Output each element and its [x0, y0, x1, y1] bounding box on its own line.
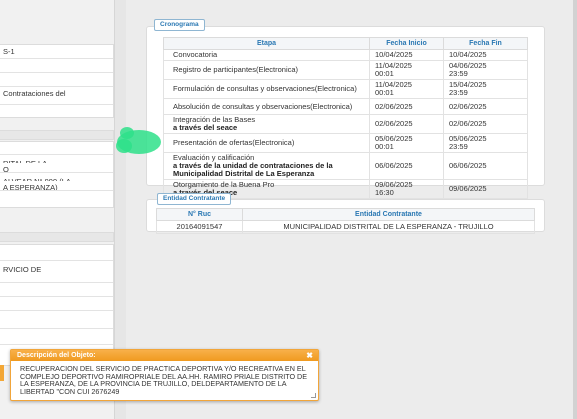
ruc-cell: 20164091547 [156, 220, 243, 234]
fecha-inicio-cell: 02/06/2025 [369, 114, 444, 134]
etapa-label: Convocatoria [173, 50, 218, 59]
fecha-fin-cell: 09/06/2025 [443, 179, 528, 199]
table-row[interactable]: 20164091547 MUNICIPALIDAD DISTRITAL DE L… [156, 220, 535, 234]
fecha-inicio-cell: 11/04/2025 00:01 [369, 79, 444, 99]
fecha-inicio-cell: 02/06/2025 [369, 98, 444, 115]
popup-header[interactable]: Descripción del Objeto: ✖ [11, 350, 318, 361]
etapa-cell: Presentación de ofertas(Electronica) [163, 133, 370, 153]
table-row[interactable]: Presentación de ofertas(Electronica) 05/0… [163, 133, 528, 153]
tab-cronograma[interactable]: Cronograma [154, 19, 205, 31]
table-row[interactable]: Registro de participantes(Electronica) 11… [163, 60, 528, 80]
left-row [0, 297, 113, 311]
popup-description-text: RECUPERACION DEL SERVICIO DE PRACTICA DE… [20, 364, 308, 396]
entidad-table: N° Ruc Entidad Contratante 20164091547 M… [156, 208, 535, 234]
etapa-detail: a través del seace [173, 123, 238, 132]
etapa-cell: Integración de las Bases a través del sea… [163, 114, 370, 134]
etapa-cell: Convocatoria [163, 49, 370, 61]
popup-title: Descripción del Objeto: [17, 352, 96, 359]
left-row [0, 59, 113, 73]
col-header-ruc[interactable]: N° Ruc [156, 208, 243, 221]
pointer-cursor-icon [116, 127, 161, 154]
left-row [0, 191, 113, 207]
close-icon[interactable]: ✖ [306, 351, 313, 360]
cronograma-section: Etapa Fecha Inicio Fecha Fin Convocatori… [146, 26, 545, 199]
fecha-fin-cell: 06/06/2025 [443, 152, 528, 180]
table-row[interactable]: Convocatoria 10/04/2025 10/04/2025 [163, 49, 528, 61]
etapa-label: Formulación de consultas y observaciones… [173, 84, 357, 93]
table-row[interactable]: Integración de las Bases a través del sea… [163, 114, 528, 134]
fecha-inicio-cell: 11/04/2025 00:01 [369, 60, 444, 80]
entidad-name-cell: MUNICIPALIDAD DISTRITAL DE LA ESPERANZA … [242, 220, 535, 234]
left-row [0, 283, 113, 297]
col-header-fecha-inicio[interactable]: Fecha Inicio [369, 37, 444, 50]
fecha-inicio-cell: 05/06/2025 00:01 [369, 133, 444, 153]
etapa-cell: Absolución de consultas y observaciones(… [163, 98, 370, 115]
left-block-3-header [0, 232, 114, 242]
fecha-fin-cell: 05/06/2025 23:59 [443, 133, 528, 153]
fecha-fin-cell: 02/06/2025 [443, 114, 528, 134]
fecha-fin-cell: 10/04/2025 [443, 49, 528, 61]
table-row[interactable]: Formulación de consultas y observaciones… [163, 79, 528, 99]
table-row[interactable]: Absolución de consultas y observaciones(… [163, 98, 528, 115]
scrollbar[interactable] [573, 0, 577, 419]
left-row: RVICIO DE [0, 261, 113, 283]
left-row [0, 311, 113, 329]
etapa-cell: Formulación de consultas y observaciones… [163, 79, 370, 99]
resize-grip-icon[interactable] [311, 393, 316, 398]
descripcion-objeto-popup: Descripción del Objeto: ✖ RECUPERACION D… [10, 349, 319, 401]
left-row: S-1 [0, 45, 113, 59]
left-orange-tab[interactable] [0, 365, 4, 381]
etapa-cell: Registro de participantes(Electronica) [163, 60, 370, 80]
etapa-detail: a través de la unidad de contrataciones … [173, 161, 333, 178]
etapa-cell: Evaluación y calificación a través de la … [163, 152, 370, 180]
left-row [0, 105, 113, 117]
entidad-header-row: N° Ruc Entidad Contratante [156, 208, 535, 221]
left-block-2-header [0, 130, 114, 140]
fecha-fin-cell: 02/06/2025 [443, 98, 528, 115]
left-info-block-1: S-1 Contrataciones del [0, 44, 114, 118]
left-row: RITAL DE LA [0, 155, 113, 163]
etapa-label: Presentación de ofertas(Electronica) [173, 138, 295, 147]
fecha-inicio-cell: 06/06/2025 [369, 152, 444, 180]
cronograma-header-row: Etapa Fecha Inicio Fecha Fin [163, 37, 528, 50]
cronograma-table: Etapa Fecha Inicio Fecha Fin Convocatori… [163, 37, 528, 199]
fecha-inicio-cell: 09/06/2025 16:30 [369, 179, 444, 199]
tab-entidad-contratante[interactable]: Entidad Contratante [157, 193, 232, 205]
left-info-block-3: RVICIO DE [0, 244, 114, 366]
etapa-label: Absolución de consultas y observaciones(… [173, 101, 353, 111]
left-row: Contrataciones del [0, 87, 113, 105]
fecha-fin-cell: 04/06/2025 23:59 [443, 60, 528, 80]
etapa-label: Registro de participantes(Electronica) [173, 65, 299, 74]
left-row [0, 329, 113, 345]
left-row: O [0, 163, 113, 173]
left-row: A ESPERANZA) [0, 181, 113, 191]
left-row: ALVEAR N° 999 (LA [0, 173, 113, 181]
col-header-etapa[interactable]: Etapa [163, 37, 370, 50]
left-row [0, 73, 113, 87]
fecha-inicio-cell: 10/04/2025 [369, 49, 444, 61]
col-header-fecha-fin[interactable]: Fecha Fin [443, 37, 528, 50]
table-row[interactable]: Evaluación y calificación a través de la … [163, 152, 528, 180]
col-header-entidad[interactable]: Entidad Contratante [242, 208, 535, 221]
fecha-fin-cell: 15/04/2025 23:59 [443, 79, 528, 99]
left-row [0, 245, 113, 261]
left-row [0, 142, 113, 155]
left-info-block-2: RITAL DE LA O ALVEAR N° 999 (LA A ESPERA… [0, 141, 114, 208]
